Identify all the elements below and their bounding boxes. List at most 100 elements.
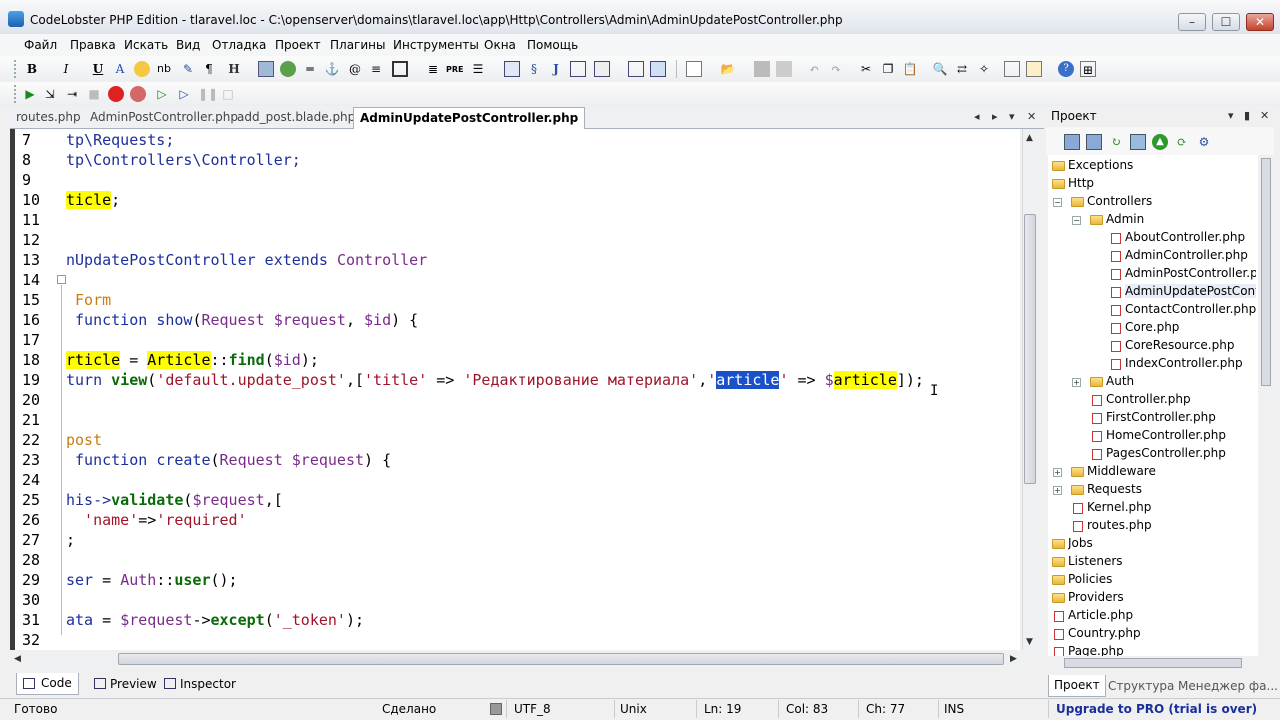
cut-icon[interactable]: ✂ [858, 61, 874, 77]
collapse-icon[interactable]: − [1053, 198, 1062, 207]
undo-icon[interactable]: ↶ [806, 61, 822, 77]
scroll-right-icon[interactable]: ▶ [1010, 654, 1017, 664]
help-icon[interactable]: ? [1058, 61, 1074, 77]
tree-item[interactable]: IndexController.php [1125, 356, 1243, 370]
project-panel-pin-button[interactable]: ▾ [1228, 109, 1234, 122]
save-icon[interactable] [754, 61, 770, 77]
image-icon[interactable] [258, 61, 274, 77]
tree-item[interactable]: AboutController.php [1125, 230, 1245, 244]
settings-icon[interactable]: ⊞ [1080, 61, 1096, 77]
email-icon[interactable]: @ [347, 61, 363, 77]
tree-item[interactable]: Requests [1087, 482, 1142, 496]
tab-structure[interactable]: Структура [1108, 679, 1174, 693]
expand-icon[interactable]: + [1053, 486, 1062, 495]
tree-item[interactable]: Http [1068, 176, 1094, 190]
horizontal-rule-icon[interactable]: ═ [302, 61, 318, 77]
tree-item[interactable]: PagesController.php [1106, 446, 1226, 460]
align-icon[interactable]: ≡ [368, 61, 384, 77]
code-line[interactable]: ser = Auth::user(); [66, 571, 238, 589]
pre-icon[interactable]: PRE [446, 62, 464, 78]
tree-item[interactable]: Jobs [1068, 536, 1093, 550]
code-line[interactable]: Form [66, 291, 111, 309]
code-line[interactable]: ; [66, 531, 75, 549]
tab-project[interactable]: Проект [1048, 675, 1106, 697]
bold-icon[interactable]: B [24, 61, 40, 77]
smiley-icon[interactable] [134, 61, 150, 77]
code-line[interactable]: turn view('default.update_post',['title'… [66, 371, 924, 389]
globe-link-icon[interactable] [280, 61, 296, 77]
tree-item[interactable]: Kernel.php [1087, 500, 1151, 514]
tree-item[interactable]: Listeners [1068, 554, 1123, 568]
tab-file-manager[interactable]: Менеджер фа... [1178, 679, 1278, 693]
tabs-next-button[interactable]: ▸ [992, 110, 998, 123]
tabs-menu-button[interactable]: ▾ [1009, 110, 1015, 123]
code-line[interactable]: tp\Requests; [66, 131, 174, 149]
code-line[interactable]: post [66, 431, 102, 449]
expand-icon[interactable]: + [1053, 468, 1062, 477]
tree-item[interactable]: ContactController.php [1125, 302, 1256, 316]
project-vertical-scroll-thumb[interactable] [1261, 158, 1271, 386]
heading-icon[interactable]: H [226, 61, 242, 77]
align-center-icon[interactable]: ≣ [425, 61, 441, 77]
up-arrow-icon[interactable]: ▲ [1152, 134, 1168, 150]
tree-item[interactable]: Exceptions [1068, 158, 1133, 172]
code-line[interactable]: ata = $request->except('_token'); [66, 611, 364, 629]
tree-item[interactable]: CoreResource.php [1125, 338, 1234, 352]
tabs-close-button[interactable]: ✕ [1027, 110, 1036, 123]
tab-preview[interactable]: Preview [110, 677, 157, 691]
menu-item[interactable]: Помощь [527, 38, 578, 52]
code-line[interactable]: function create(Request $request) { [66, 451, 391, 469]
tab-code-view[interactable]: Code [16, 673, 79, 695]
menu-item[interactable]: Проект [275, 38, 321, 52]
project-panel-close-button[interactable]: ✕ [1260, 109, 1269, 122]
tree-item[interactable]: Country.php [1068, 626, 1141, 640]
code-line[interactable]: nUpdatePostController extends Controller [66, 251, 427, 269]
tree-item[interactable]: Core.php [1125, 320, 1179, 334]
tab-admin-update-post-controller[interactable]: AdminUpdatePostController.php [353, 107, 586, 129]
collapse-icon[interactable]: − [1072, 216, 1081, 225]
clear-breakpoints-icon[interactable] [130, 86, 146, 102]
code-line[interactable]: rticle = Article::find($id); [66, 351, 319, 369]
step-over-icon[interactable]: ⇥ [64, 86, 80, 102]
fold-marker[interactable] [57, 275, 66, 284]
pause-icon[interactable]: ❚❚ [198, 86, 218, 102]
tree-item[interactable]: HomeController.php [1106, 428, 1226, 442]
tree-item[interactable]: Middleware [1087, 464, 1156, 478]
menu-item[interactable]: Отладка [212, 38, 266, 52]
tree-item[interactable]: FirstController.php [1106, 410, 1216, 424]
project-properties-icon[interactable] [1130, 134, 1146, 150]
status-eol[interactable]: Unix [620, 702, 647, 716]
status-encoding[interactable]: UTF_8 [514, 702, 551, 716]
font-icon[interactable]: A [112, 61, 128, 77]
tree-item[interactable]: AdminUpdatePostController.php [1125, 284, 1256, 298]
tree-item[interactable]: Policies [1068, 572, 1112, 586]
tree-item[interactable]: Controllers [1087, 194, 1152, 208]
restart-icon[interactable]: □ [220, 86, 236, 102]
refresh-icon[interactable]: ↻ [1108, 134, 1124, 150]
minimize-button[interactable]: – [1178, 13, 1206, 31]
editor-horizontal-scroll-thumb[interactable] [118, 653, 1004, 665]
step-out-icon[interactable]: ▷ [176, 86, 192, 102]
tree-item[interactable]: AdminPostController.php [1125, 266, 1256, 280]
menu-item[interactable]: Файл [24, 38, 57, 52]
paragraph-icon[interactable]: ¶ [201, 61, 217, 77]
project-new-icon[interactable] [1064, 134, 1080, 150]
italic-icon[interactable]: I [58, 61, 74, 77]
box-icon[interactable] [392, 61, 408, 77]
find-icon[interactable]: 🔍 [932, 61, 948, 77]
code-line[interactable]: 'name'=>'required' [66, 511, 247, 529]
input-icon[interactable] [594, 61, 610, 77]
settings-gear-icon[interactable]: ⚙ [1196, 134, 1212, 150]
expand-icon[interactable]: + [1072, 378, 1081, 387]
project-horizontal-scroll-thumb[interactable] [1064, 658, 1242, 668]
script-icon[interactable]: J [548, 61, 564, 77]
code-line[interactable]: function show(Request $request, $id) { [66, 311, 418, 329]
layout-icon[interactable] [650, 61, 666, 77]
table-icon[interactable] [504, 61, 520, 77]
new-file-icon[interactable] [686, 61, 702, 77]
step-into-icon[interactable]: ⇲ [42, 86, 58, 102]
scroll-left-icon[interactable]: ◀ [14, 654, 21, 664]
continue-icon[interactable]: ▷ [154, 86, 170, 102]
editor-vertical-scroll-thumb[interactable] [1024, 214, 1036, 484]
menu-item[interactable]: Окна [484, 38, 516, 52]
